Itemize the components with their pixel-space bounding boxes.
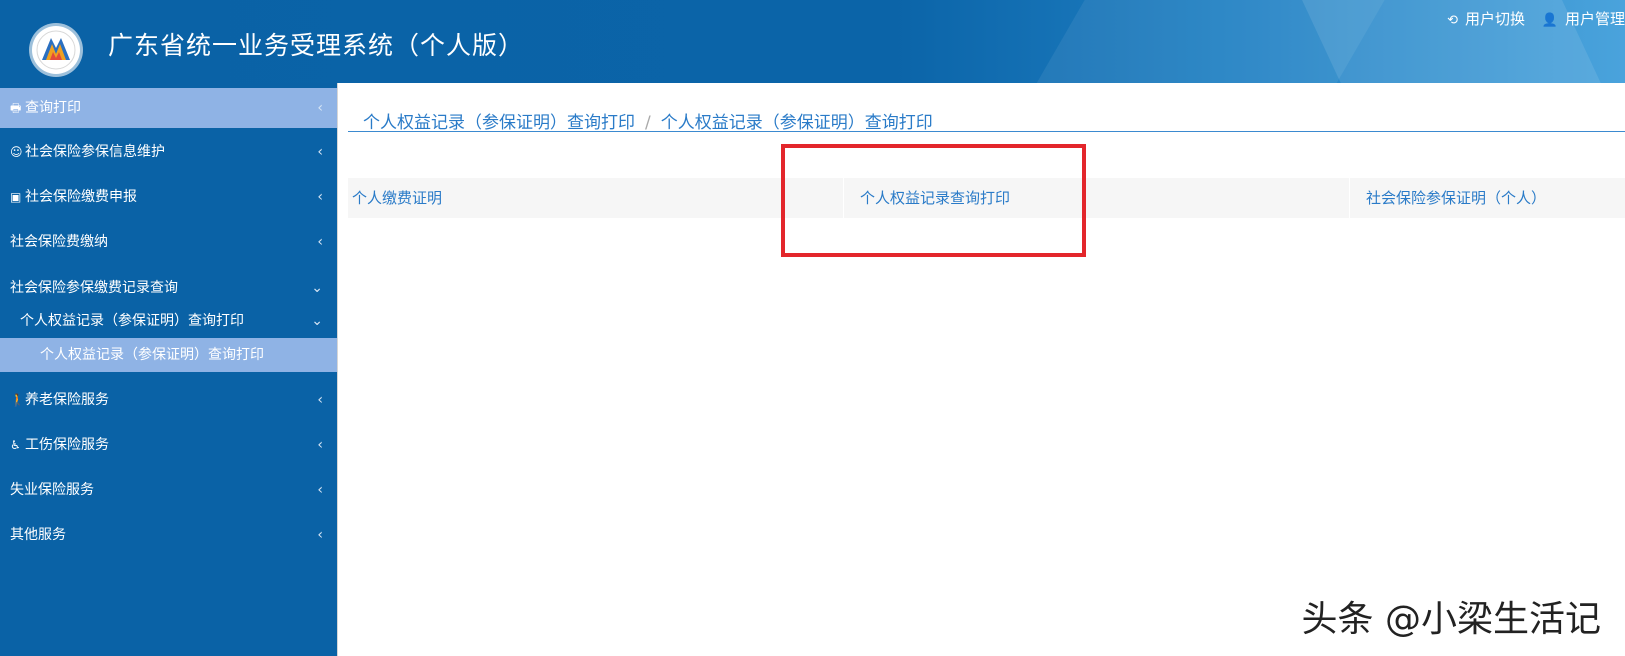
chevron-left-icon: ‹ xyxy=(317,482,323,498)
sidebar-item-query-print[interactable]: 🖶 查询打印 ‹ xyxy=(0,88,337,128)
money-icon: ▣ xyxy=(10,190,22,204)
user-switch-label: 用户切换 xyxy=(1465,10,1526,28)
sidebar-item-label: 查询打印 xyxy=(25,100,81,116)
sidebar-item-label: 工伤保险服务 xyxy=(25,437,109,453)
content-divider xyxy=(337,83,338,656)
sidebar-item-record-query[interactable]: 社会保险参保缴费记录查询 ⌄ xyxy=(0,268,337,308)
walking-person-icon: 🚶 xyxy=(10,393,25,407)
user-switch-link[interactable]: ⟲ 用户切换 xyxy=(1441,10,1525,28)
sidebar-item-label: 社会保险费缴纳 xyxy=(10,234,108,250)
sidebar-item-label: 其他服务 xyxy=(10,527,66,543)
top-user-bar: ⟲ 用户切换 👤 用户管理 xyxy=(1435,8,1625,29)
sidebar-item-label: 个人权益记录（参保证明）查询打印 xyxy=(40,347,264,363)
user-icon: ☺ xyxy=(10,145,23,159)
option-insurance-certificate[interactable]: 社会保险参保证明（个人） xyxy=(1362,178,1625,218)
chevron-left-icon: ‹ xyxy=(317,189,323,205)
sidebar-item-label: 社会保险参保信息维护 xyxy=(25,144,165,160)
option-payment-certificate[interactable]: 个人缴费证明 xyxy=(348,178,843,218)
sidebar-item-fee-payment[interactable]: 社会保险费缴纳 ‹ xyxy=(0,222,337,262)
breadcrumb-current: 个人权益记录（参保证明）查询打印 xyxy=(660,113,933,133)
user-manage-link[interactable]: 👤 用户管理 xyxy=(1536,10,1625,28)
breadcrumb-underline xyxy=(348,131,1625,132)
refresh-icon: ⟲ xyxy=(1447,13,1458,28)
user-icon: 👤 xyxy=(1541,13,1558,28)
chevron-down-icon: ⌄ xyxy=(311,280,323,296)
cell-divider xyxy=(1349,178,1350,218)
page-title: 广东省统一业务受理系统（个人版） xyxy=(108,31,525,60)
breadcrumb-separator: / xyxy=(645,113,651,133)
printer-icon: 🖶 xyxy=(10,101,22,115)
chevron-left-icon: ‹ xyxy=(317,234,323,250)
red-highlight-box xyxy=(781,144,1086,257)
breadcrumb-parent[interactable]: 个人权益记录（参保证明）查询打印 xyxy=(363,113,635,133)
wheelchair-icon: ♿ xyxy=(10,438,21,452)
sidebar-item-label: 养老保险服务 xyxy=(25,392,109,408)
chevron-left-icon: ‹ xyxy=(317,100,323,116)
chevron-left-icon: ‹ xyxy=(317,392,323,408)
sidebar-item-label: 社会保险缴费申报 xyxy=(25,189,137,205)
app-header: 广东省统一业务受理系统（个人版） ⟲ 用户切换 👤 用户管理 xyxy=(0,0,1625,83)
chevron-left-icon: ‹ xyxy=(317,527,323,543)
sidebar-subitem-rights-record[interactable]: 个人权益记录（参保证明）查询打印 ⌄ xyxy=(0,304,337,338)
chevron-left-icon: ‹ xyxy=(317,144,323,160)
sidebar-item-label: 社会保险参保缴费记录查询 xyxy=(10,280,178,296)
sidebar-item-insurance-info[interactable]: ☺ 社会保险参保信息维护 ‹ xyxy=(0,132,337,172)
chevron-down-icon: ⌄ xyxy=(311,313,323,329)
breadcrumb: 个人权益记录（参保证明）查询打印 / 个人权益记录（参保证明）查询打印 xyxy=(363,108,933,133)
user-manage-label: 用户管理 xyxy=(1564,10,1625,28)
sidebar-subitem-rights-record-print[interactable]: 个人权益记录（参保证明）查询打印 xyxy=(0,338,337,372)
system-logo-icon xyxy=(32,26,80,74)
sidebar-item-label: 失业保险服务 xyxy=(10,482,94,498)
sidebar-item-unemployment[interactable]: 失业保险服务 ‹ xyxy=(0,470,337,510)
sidebar-item-payment-declare[interactable]: ▣ 社会保险缴费申报 ‹ xyxy=(0,177,337,217)
chevron-left-icon: ‹ xyxy=(317,437,323,453)
watermark-text: 头条 @小梁生活记 xyxy=(1301,599,1601,640)
sidebar-item-pension[interactable]: 🚶养老保险服务 ‹ xyxy=(0,380,337,420)
sidebar-item-other[interactable]: 其他服务 ‹ xyxy=(0,515,337,555)
sidebar-item-injury[interactable]: ♿ 工伤保险服务 ‹ xyxy=(0,425,337,465)
sidebar-item-label: 个人权益记录（参保证明）查询打印 xyxy=(20,313,244,329)
